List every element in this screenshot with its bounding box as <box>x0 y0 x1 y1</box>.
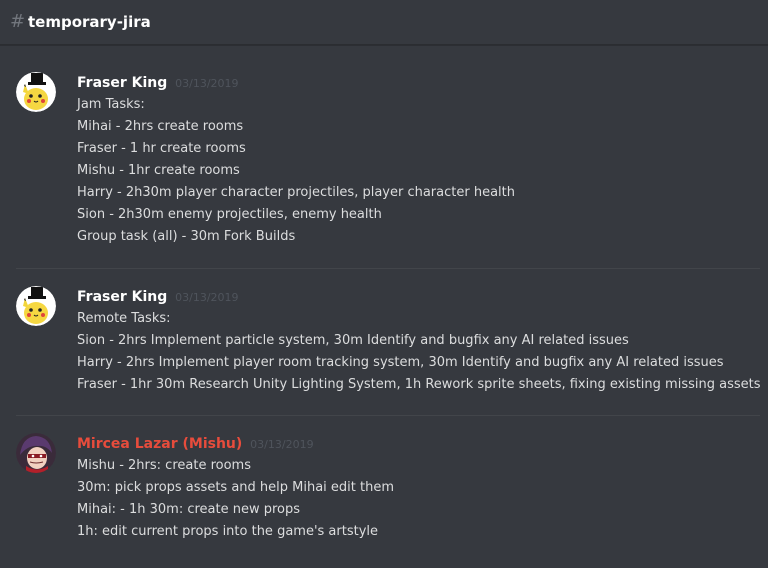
author-name[interactable]: Fraser King <box>77 289 167 305</box>
author-name[interactable]: Mircea Lazar (Mishu) <box>77 436 242 452</box>
message-divider <box>16 415 760 416</box>
message-content: Remote Tasks: Sion - 2hrs Implement part… <box>77 308 761 396</box>
message-timestamp: 03/13/2019 <box>250 438 314 451</box>
message-line: Remote Tasks: <box>77 311 171 326</box>
message-line: Mishu - 1hr create rooms <box>77 163 240 178</box>
message-line: 1h: edit current props into the game's a… <box>77 524 379 539</box>
message-author[interactable]: Fraser King 03/13/2019 <box>77 74 239 93</box>
message-line: Harry - 2h30m player character projectil… <box>77 185 515 200</box>
message-line: Mishu - 2hrs: create rooms <box>77 458 251 473</box>
message-line: Sion - 2h30m enemy projectiles, enemy he… <box>77 207 382 222</box>
author-name[interactable]: Fraser King <box>77 75 167 91</box>
message-line: 30m: pick props assets and help Mihai ed… <box>77 480 395 495</box>
message-line: Mihai: - 1h 30m: create new props <box>77 502 301 517</box>
message-line: Harry - 2hrs Implement player room track… <box>77 355 724 370</box>
message-group: Fraser King 03/13/2019 Remote Tasks: Sio… <box>0 286 768 406</box>
message-line: Group task (all) - 30m Fork Builds <box>77 229 296 244</box>
message-group: Mircea Lazar (Mishu) 03/13/2019 Mishu - … <box>0 433 768 558</box>
message-author[interactable]: Mircea Lazar (Mishu) 03/13/2019 <box>77 435 314 454</box>
message-content: Mishu - 2hrs: create rooms 30m: pick pro… <box>77 455 758 543</box>
message-line: Fraser - 1hr 30m Research Unity Lighting… <box>77 377 761 392</box>
message-line: Mihai - 2hrs create rooms <box>77 119 244 134</box>
pikachu-top-hat-avatar-icon[interactable] <box>16 286 56 326</box>
channel-name[interactable]: temporary-jira <box>28 12 151 32</box>
anime-character-avatar-icon[interactable] <box>16 433 56 473</box>
message-author[interactable]: Fraser King 03/13/2019 <box>77 288 239 307</box>
message-content: Jam Tasks: Mihai - 2hrs create rooms Fra… <box>77 94 758 248</box>
message-line: Fraser - 1 hr create rooms <box>77 141 246 156</box>
message-divider <box>16 268 760 269</box>
message-timestamp: 03/13/2019 <box>175 77 239 90</box>
pikachu-top-hat-avatar-icon[interactable] <box>16 72 56 112</box>
message-group: Fraser King 03/13/2019 Jam Tasks: Mihai … <box>0 72 768 262</box>
message-timestamp: 03/13/2019 <box>175 291 239 304</box>
message-line: Sion - 2hrs Implement particle system, 3… <box>77 333 629 348</box>
channel-header: # temporary-jira <box>0 0 768 45</box>
channel-hash-icon: # <box>10 11 26 32</box>
message-line: Jam Tasks: <box>77 97 145 112</box>
